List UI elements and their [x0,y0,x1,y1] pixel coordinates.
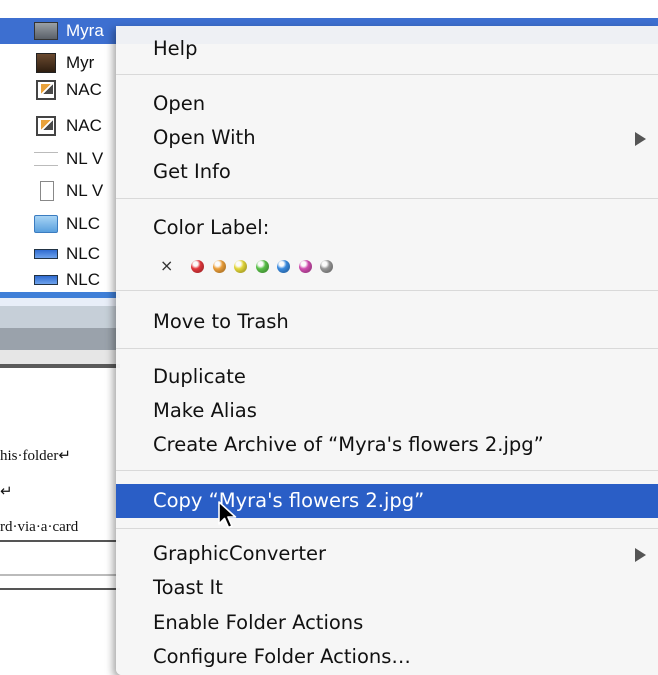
menu-separator [116,470,658,471]
background-document: his·folder↵ ↵ rd·via·a·card [0,392,120,675]
menu-item-make-alias[interactable]: Make Alias [116,394,658,428]
document-line: ↵ [0,484,13,500]
file-name: Myra [66,21,104,40]
no-label-icon[interactable]: × [160,258,173,274]
file-name: NLC [66,214,101,233]
file-name: Myr [66,53,95,72]
menu-item-open[interactable]: Open [116,87,658,121]
menu-separator [116,198,658,199]
menu-item-open-with[interactable]: Open With [116,121,658,155]
strip-file-icon [34,275,58,285]
document-rule [0,540,120,542]
folder-icon [34,215,58,233]
menu-item-label: Get Info [153,160,231,183]
menu-item-label: Enable Folder Actions [153,611,364,634]
menu-item-label: Open With [153,126,256,149]
menu-item-label: Help [153,37,198,60]
file-name: NLC [66,270,101,289]
menu-item-label: Move to Trash [153,310,289,333]
green-label-dot[interactable] [255,259,269,273]
submenu-arrow-icon [635,548,646,562]
context-menu: Help Open Open With Get Info Color Label… [116,26,658,675]
menu-item-duplicate[interactable]: Duplicate [116,360,658,394]
menu-item-label: Copy “Myra's flowers 2.jpg” [153,489,425,512]
file-name: NAC [66,116,102,135]
menu-item-label: GraphicConverter [153,542,327,565]
document-icon [36,116,56,136]
blank-file-icon [34,152,58,166]
document-rule [0,588,120,590]
orange-label-dot[interactable] [212,259,226,273]
menu-item-label: Toast It [153,576,223,599]
file-name: NAC [66,80,102,99]
menu-item-label: Open [153,92,206,115]
menu-separator [116,348,658,349]
jpeg-thumbnail-icon [34,22,58,40]
document-icon [36,80,56,100]
document-line: his·folder↵ [0,448,71,464]
menu-item-create-archive[interactable]: Create Archive of “Myra's flowers 2.jpg” [116,428,658,462]
menu-item-get-info[interactable]: Get Info [116,155,658,189]
menu-item-label: Make Alias [153,399,257,422]
menu-item-copy[interactable]: Copy “Myra's flowers 2.jpg” [116,484,658,518]
color-label-heading: Color Label: [153,216,270,239]
menu-item-label: Configure Folder Actions… [153,645,411,668]
menu-item-label: Create Archive of “Myra's flowers 2.jpg” [153,433,544,456]
yellow-label-dot[interactable] [234,259,248,273]
blue-label-dot[interactable] [277,259,291,273]
menu-item-enable-folder-actions[interactable]: Enable Folder Actions [116,606,658,640]
background-window-toolbar [0,292,120,392]
menu-separator [116,528,658,529]
mouse-pointer-icon [218,501,237,529]
menu-item-toast-it[interactable]: Toast It [116,571,658,605]
document-rule [0,574,120,576]
gray-label-dot[interactable] [320,259,334,273]
file-name: NL V [66,181,104,200]
page-file-icon [40,181,54,201]
menu-item-configure-folder-actions[interactable]: Configure Folder Actions… [116,640,658,674]
menu-item-graphicconverter[interactable]: GraphicConverter [116,537,658,571]
menu-item-move-to-trash[interactable]: Move to Trash [116,305,658,339]
purple-label-dot[interactable] [298,259,312,273]
file-name: NLC [66,244,101,263]
photo-thumbnail-icon [36,53,56,73]
document-line: rd·via·a·card [0,519,79,535]
menu-item-label: Duplicate [153,365,246,388]
menu-separator [116,74,658,75]
file-name: NL V [66,149,104,168]
submenu-arrow-icon [635,132,646,146]
strip-file-icon [34,249,58,259]
menu-item-help[interactable]: Help [116,32,658,66]
red-label-dot[interactable] [191,259,205,273]
color-label-picker: × [160,255,342,277]
menu-separator [116,290,658,291]
